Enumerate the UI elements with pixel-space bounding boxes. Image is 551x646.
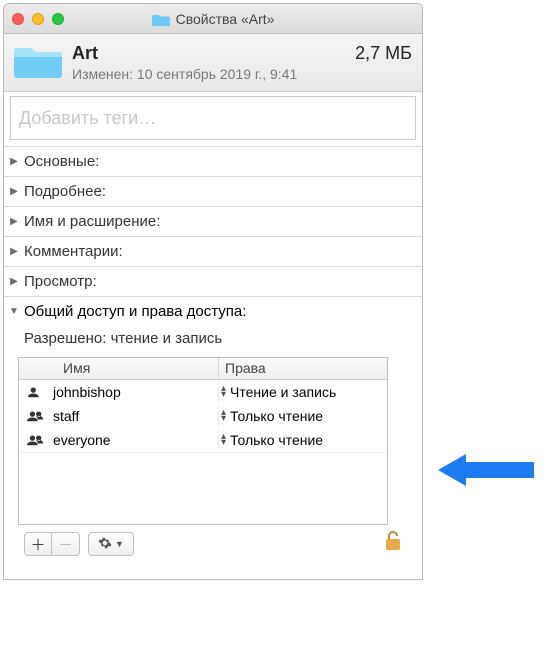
remove-user-button[interactable]: － — [52, 532, 80, 556]
section-sharing: Общий доступ и права доступа: Разрешено:… — [4, 296, 422, 579]
info-window: Свойства «Art» Art 2,7 МБ Изменен: 10 се… — [3, 3, 423, 580]
privilege-value: Только чтение — [230, 408, 323, 424]
chevron-down-icon — [8, 306, 20, 317]
callout-arrow-icon — [438, 448, 538, 492]
item-name: Art — [72, 43, 98, 64]
permissions-header: Имя Права — [19, 358, 387, 380]
section-general[interactable]: Основные: — [4, 146, 422, 176]
section-label: Подробнее: — [24, 183, 106, 200]
tags-input[interactable] — [10, 96, 416, 140]
stepper-icon[interactable] — [221, 386, 226, 398]
user-name: everyone — [53, 432, 111, 448]
item-modified: Изменен: 10 сентябрь 2019 г., 9:41 — [72, 66, 412, 82]
group-icon — [25, 431, 47, 450]
chevron-right-icon — [8, 276, 20, 287]
item-size: 2,7 МБ — [355, 43, 412, 64]
permissions-table: Имя Права johnbishop Чтение и запись staff… — [18, 357, 388, 525]
folder-mini-icon — [152, 12, 170, 26]
lock-icon[interactable] — [384, 530, 402, 558]
minimize-window-button[interactable] — [32, 13, 44, 25]
cell-privilege[interactable]: Чтение и запись — [219, 384, 387, 400]
window-title: Свойства «Art» — [176, 11, 275, 27]
bottom-bar: ＋ － ▼ — [14, 525, 412, 565]
table-row[interactable]: staff Только чтение — [19, 404, 387, 428]
cell-name: staff — [19, 407, 219, 426]
section-label: Основные: — [24, 153, 99, 170]
title-center: Свойства «Art» — [4, 11, 422, 27]
gear-icon — [98, 536, 112, 553]
user-name: staff — [53, 408, 79, 424]
close-window-button[interactable] — [12, 13, 24, 25]
chevron-right-icon — [8, 156, 20, 167]
privilege-value: Чтение и запись — [230, 384, 336, 400]
section-label: Общий доступ и права доступа: — [24, 303, 246, 320]
section-label: Имя и расширение: — [24, 213, 160, 230]
user-icon — [25, 383, 47, 402]
header-text: Art 2,7 МБ Изменен: 10 сентябрь 2019 г.,… — [72, 43, 412, 82]
section-more[interactable]: Подробнее: — [4, 176, 422, 206]
add-user-button[interactable]: ＋ — [24, 532, 52, 556]
permissions-blank — [19, 452, 387, 524]
group-icon — [25, 407, 47, 426]
tags-field — [10, 96, 416, 140]
table-row[interactable]: everyone Только чтение — [19, 428, 387, 452]
chevron-right-icon — [8, 216, 20, 227]
cell-name: johnbishop — [19, 383, 219, 402]
folder-icon — [14, 40, 62, 85]
header: Art 2,7 МБ Изменен: 10 сентябрь 2019 г.,… — [4, 34, 422, 92]
section-comments[interactable]: Комментарии: — [4, 236, 422, 266]
col-name-header[interactable]: Имя — [19, 358, 219, 379]
action-menu-button[interactable]: ▼ — [88, 532, 134, 556]
cell-privilege[interactable]: Только чтение — [219, 408, 387, 424]
stepper-icon[interactable] — [221, 410, 226, 422]
cell-privilege[interactable]: Только чтение — [219, 432, 387, 448]
stepper-icon[interactable] — [221, 434, 226, 446]
chevron-right-icon — [8, 186, 20, 197]
allowed-line: Разрешено: чтение и запись — [14, 326, 412, 357]
col-priv-header[interactable]: Права — [219, 358, 387, 379]
traffic-lights — [12, 13, 64, 25]
privilege-value: Только чтение — [230, 432, 323, 448]
chevron-right-icon — [8, 246, 20, 257]
table-row[interactable]: johnbishop Чтение и запись — [19, 380, 387, 404]
chevron-down-icon: ▼ — [115, 539, 124, 549]
section-preview[interactable]: Просмотр: — [4, 266, 422, 296]
zoom-window-button[interactable] — [52, 13, 64, 25]
section-label: Просмотр: — [24, 273, 97, 290]
user-name: johnbishop — [53, 384, 121, 400]
cell-name: everyone — [19, 431, 219, 450]
section-name-ext[interactable]: Имя и расширение: — [4, 206, 422, 236]
section-label: Комментарии: — [24, 243, 123, 260]
titlebar: Свойства «Art» — [4, 4, 422, 34]
section-sharing-header[interactable]: Общий доступ и права доступа: — [8, 303, 412, 326]
